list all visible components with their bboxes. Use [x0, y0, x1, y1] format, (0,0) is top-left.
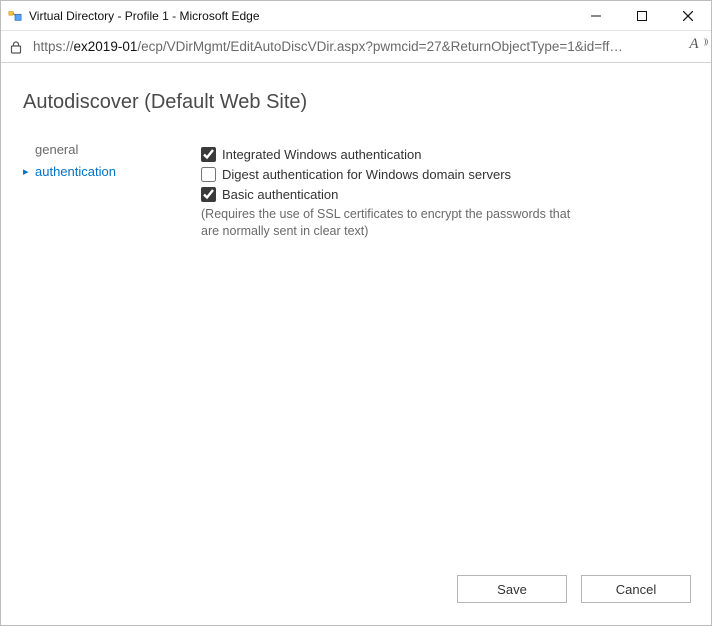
side-nav: ▸ general ▸ authentication	[1, 138, 201, 575]
url-text[interactable]: https://ex2019-01/ecp/VDirMgmt/EditAutoD…	[33, 39, 675, 54]
basic-auth-row[interactable]: Basic authentication	[201, 184, 681, 204]
digest-auth-label: Digest authentication for Windows domain…	[222, 167, 511, 182]
basic-auth-checkbox[interactable]	[201, 187, 216, 202]
minimize-button[interactable]	[573, 1, 619, 31]
basic-auth-hint: (Requires the use of SSL certificates to…	[201, 206, 591, 240]
maximize-button[interactable]	[619, 1, 665, 31]
sidenav-label: authentication	[35, 164, 116, 179]
basic-auth-label: Basic authentication	[222, 187, 338, 202]
page-title: Autodiscover (Default Web Site)	[1, 63, 711, 138]
read-aloud-icon[interactable]: A	[683, 36, 705, 58]
digest-auth-checkbox[interactable]	[201, 167, 216, 182]
close-button[interactable]	[665, 1, 711, 31]
site-lock-icon[interactable]	[7, 38, 25, 56]
main-panel: Integrated Windows authentication Digest…	[201, 138, 711, 575]
caret-icon: ▸	[23, 165, 33, 178]
url-host: ex2019-01	[74, 39, 138, 54]
save-button[interactable]: Save	[457, 575, 567, 603]
cancel-button[interactable]: Cancel	[581, 575, 691, 603]
integrated-auth-row[interactable]: Integrated Windows authentication	[201, 144, 681, 164]
url-path: /ecp/VDirMgmt/EditAutoDiscVDir.aspx?pwmc…	[137, 39, 623, 54]
footer: Save Cancel	[1, 575, 711, 625]
sidenav-item-general[interactable]: ▸ general	[23, 138, 201, 160]
url-protocol: https://	[33, 39, 74, 54]
digest-auth-row[interactable]: Digest authentication for Windows domain…	[201, 164, 681, 184]
app-favicon-icon	[7, 8, 23, 24]
integrated-auth-label: Integrated Windows authentication	[222, 147, 421, 162]
title-bar: Virtual Directory - Profile 1 - Microsof…	[1, 1, 711, 31]
integrated-auth-checkbox[interactable]	[201, 147, 216, 162]
sidenav-label: general	[35, 142, 78, 157]
window-title: Virtual Directory - Profile 1 - Microsof…	[29, 9, 260, 23]
content-area: Autodiscover (Default Web Site) ▸ genera…	[1, 63, 711, 625]
address-bar: https://ex2019-01/ecp/VDirMgmt/EditAutoD…	[1, 31, 711, 63]
sidenav-item-authentication[interactable]: ▸ authentication	[23, 160, 201, 182]
